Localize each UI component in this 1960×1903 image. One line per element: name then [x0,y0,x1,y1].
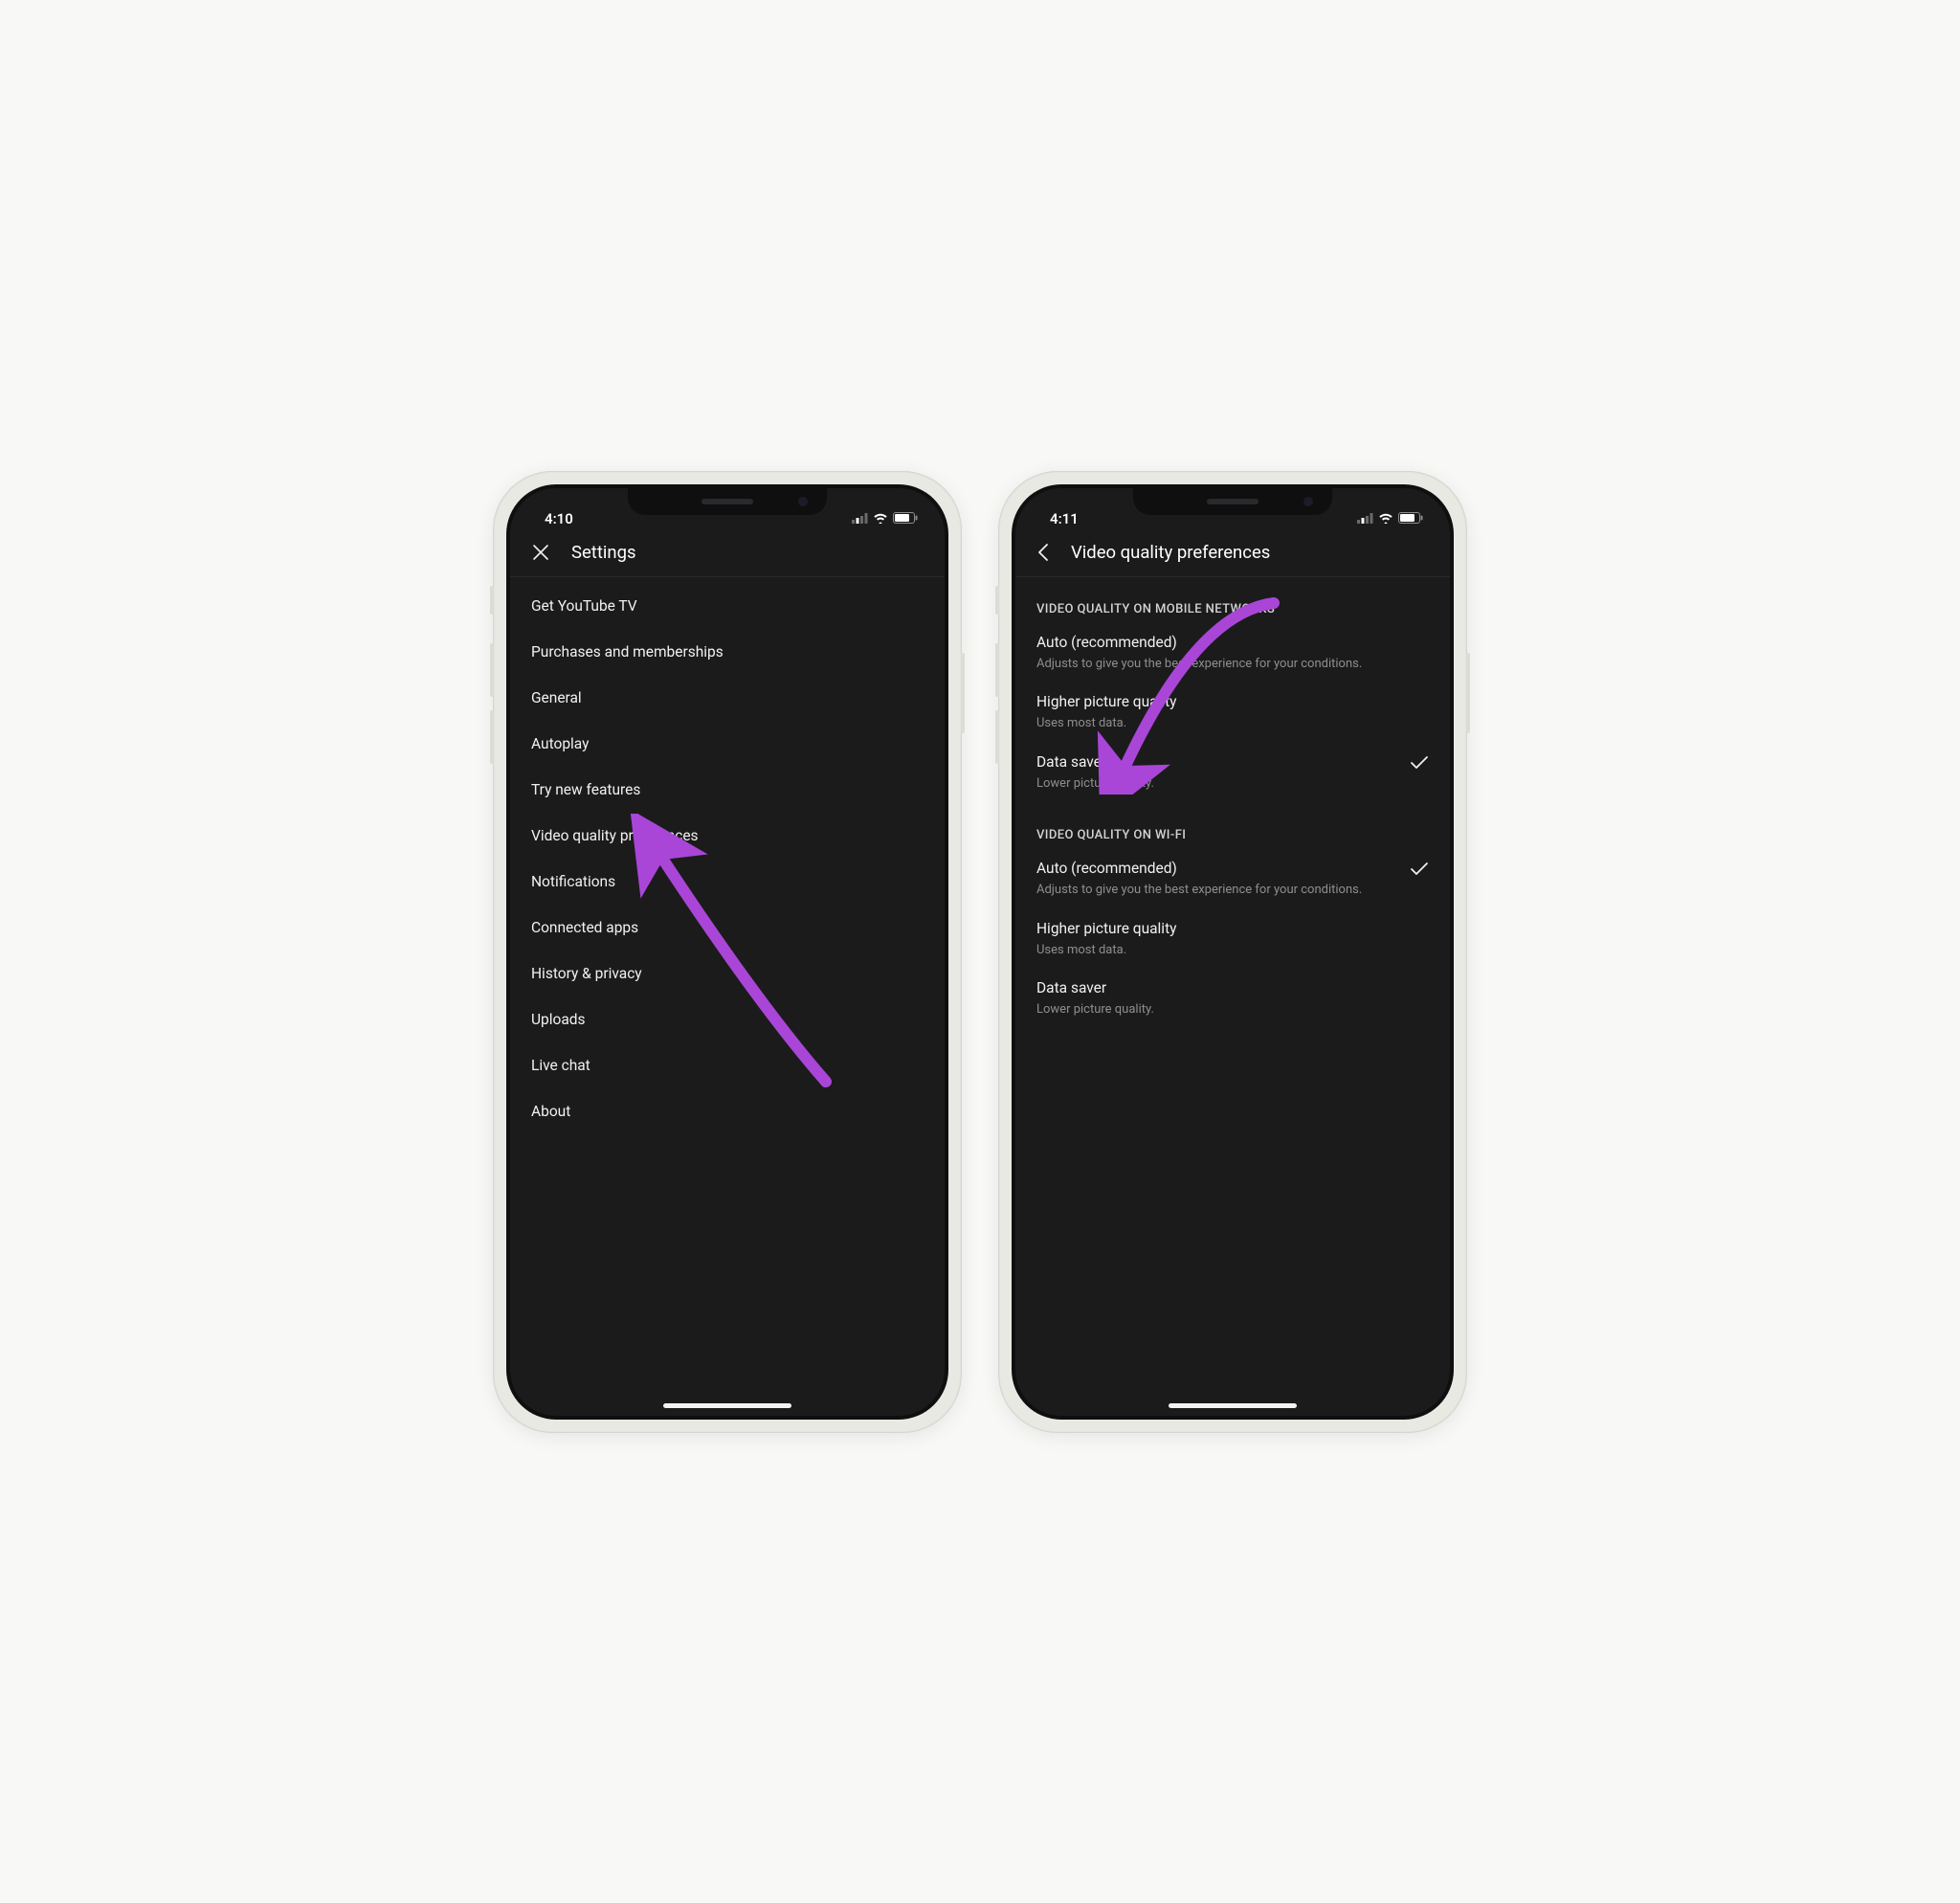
preferences-body: VIDEO QUALITY ON MOBILE NETWORKS Auto (r… [1015,577,1450,1030]
back-icon[interactable] [1036,543,1050,562]
settings-item-autoplay[interactable]: Autoplay [510,721,945,767]
row-label: Try new features [531,781,640,798]
row-label: Uploads [531,1011,586,1028]
silent-switch [995,586,999,615]
option-wifi-auto[interactable]: Auto (recommended) Adjusts to give you t… [1015,850,1450,910]
row-label: General [531,689,582,706]
settings-item-video-quality[interactable]: Video quality preferences [510,813,945,859]
settings-item-notifications[interactable]: Notifications [510,859,945,905]
notch [628,488,827,515]
option-subtitle: Uses most data. [1036,942,1400,959]
header: Settings [510,530,945,577]
checkmark-icon [1400,753,1429,771]
settings-item-try-new-features[interactable]: Try new features [510,767,945,813]
row-label: Purchases and memberships [531,643,724,660]
row-label: Video quality preferences [531,827,699,844]
option-title: Higher picture quality [1036,920,1400,937]
option-title: Auto (recommended) [1036,860,1400,877]
option-wifi-higher[interactable]: Higher picture quality Uses most data. [1015,910,1450,971]
row-label: Notifications [531,873,615,890]
row-label: Get YouTube TV [531,597,637,615]
settings-item-youtube-tv[interactable]: Get YouTube TV [510,583,945,629]
row-label: About [531,1103,570,1120]
settings-item-connected-apps[interactable]: Connected apps [510,905,945,951]
option-mobile-auto[interactable]: Auto (recommended) Adjusts to give you t… [1015,624,1450,684]
power-button [1466,653,1470,733]
battery-icon [1398,509,1423,527]
option-subtitle: Lower picture quality. [1036,775,1400,793]
option-title: Higher picture quality [1036,693,1400,710]
settings-item-uploads[interactable]: Uploads [510,996,945,1042]
row-label: History & privacy [531,965,642,982]
close-icon[interactable] [531,543,550,562]
notch [1133,488,1332,515]
screen-video-quality: 4:11 Video quality prefer [1015,488,1450,1416]
volume-down-button [995,710,999,764]
wifi-icon [873,509,888,527]
home-indicator[interactable] [663,1403,791,1408]
row-label: Autoplay [531,735,589,752]
section-header-mobile: VIDEO QUALITY ON MOBILE NETWORKS [1015,583,1450,624]
home-indicator[interactable] [1169,1403,1297,1408]
power-button [961,653,965,733]
page-title: Settings [571,542,636,563]
option-title: Auto (recommended) [1036,634,1400,651]
option-title: Data saver [1036,753,1400,771]
section-header-wifi: VIDEO QUALITY ON WI-FI [1015,803,1450,850]
settings-item-purchases[interactable]: Purchases and memberships [510,629,945,675]
option-mobile-higher[interactable]: Higher picture quality Uses most data. [1015,683,1450,744]
volume-up-button [995,643,999,697]
settings-item-history-privacy[interactable]: History & privacy [510,951,945,996]
cellular-icon [852,509,868,527]
volume-down-button [490,710,494,764]
settings-list: Get YouTube TV Purchases and memberships… [510,577,945,1134]
cellular-icon [1357,509,1373,527]
settings-item-about[interactable]: About [510,1088,945,1134]
page-title: Video quality preferences [1071,542,1270,563]
wifi-icon [1378,509,1393,527]
option-wifi-data-saver[interactable]: Data saver Lower picture quality. [1015,970,1450,1030]
silent-switch [490,586,494,615]
settings-item-live-chat[interactable]: Live chat [510,1042,945,1088]
phone-frame-left: 4:10 Settings [493,471,962,1433]
option-title: Data saver [1036,979,1400,996]
option-subtitle: Uses most data. [1036,715,1400,732]
status-time: 4:11 [1050,510,1079,530]
option-subtitle: Adjusts to give you the best experience … [1036,882,1400,899]
option-mobile-data-saver[interactable]: Data saver Lower picture quality. [1015,744,1450,804]
row-label: Live chat [531,1057,590,1074]
checkmark-icon [1400,860,1429,877]
screen-settings: 4:10 Settings [510,488,945,1416]
header: Video quality preferences [1015,530,1450,577]
status-time: 4:10 [545,510,573,530]
row-label: Connected apps [531,919,638,936]
phone-frame-right: 4:11 Video quality prefer [998,471,1467,1433]
option-subtitle: Lower picture quality. [1036,1001,1400,1019]
option-subtitle: Adjusts to give you the best experience … [1036,656,1400,673]
volume-up-button [490,643,494,697]
battery-icon [893,509,918,527]
settings-item-general[interactable]: General [510,675,945,721]
